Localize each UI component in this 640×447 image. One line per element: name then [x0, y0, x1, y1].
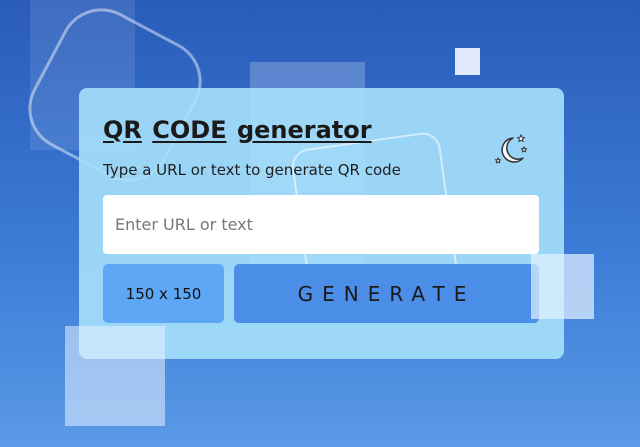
generate-button[interactable]: GENERATE: [234, 264, 539, 323]
subtitle: Type a URL or text to generate QR code: [103, 161, 401, 179]
decorative-square: [455, 48, 480, 75]
title-word: CODE: [152, 116, 227, 144]
moon-stars-icon: [494, 133, 528, 164]
theme-toggle-button[interactable]: [493, 132, 529, 170]
title-word: generator: [236, 116, 372, 144]
url-input[interactable]: [103, 195, 539, 254]
size-select[interactable]: 150 x 150: [103, 264, 224, 323]
generate-button-label: GENERATE: [297, 281, 476, 306]
decorative-square: [65, 326, 165, 426]
page-title: QR CODE generator: [103, 116, 372, 144]
size-select-value: 150 x 150: [125, 284, 202, 303]
qr-generator-card: QR CODE generator Type a URL or text to …: [79, 88, 564, 359]
title-word: QR: [103, 116, 142, 144]
decorative-square: [531, 254, 594, 319]
